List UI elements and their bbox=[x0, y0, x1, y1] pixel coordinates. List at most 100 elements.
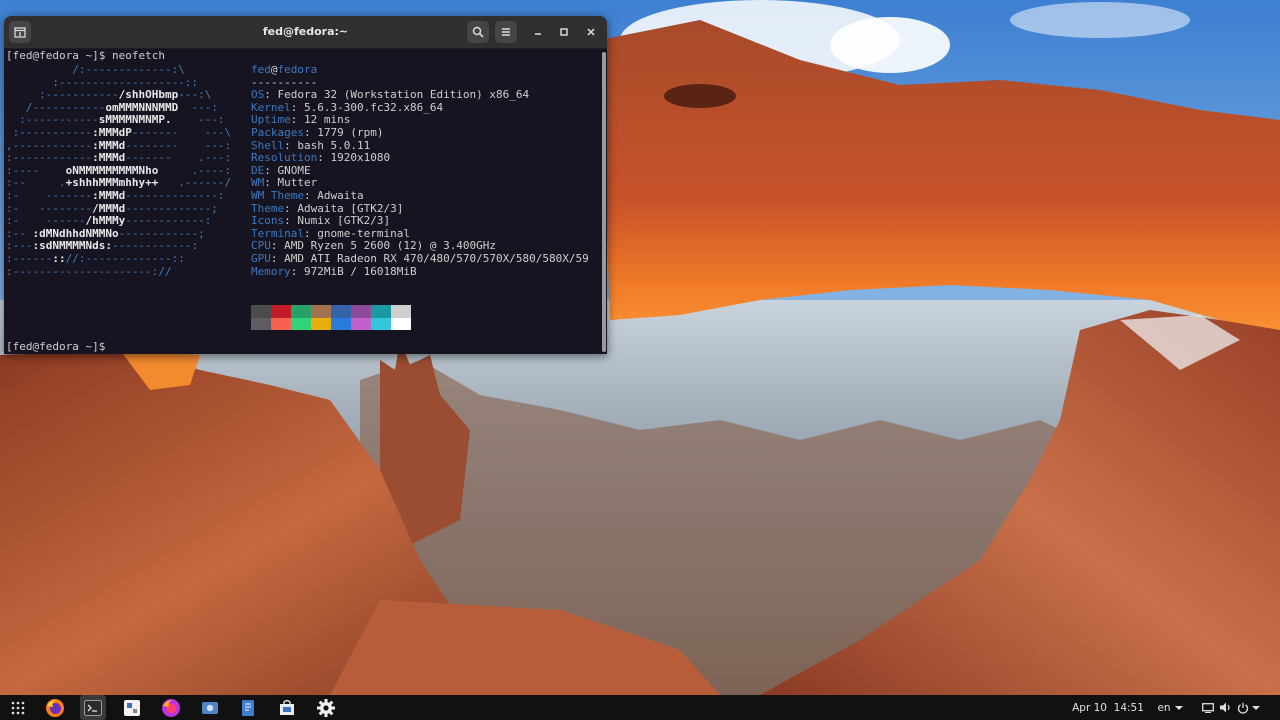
color-swatch bbox=[271, 317, 291, 330]
info-colon: : bbox=[290, 264, 304, 278]
info-value: Numix [GTK2/3] bbox=[297, 214, 391, 228]
clock[interactable]: Apr 10 14:51 bbox=[1072, 695, 1144, 720]
info-colon: : bbox=[264, 176, 278, 190]
info-value: Mutter bbox=[277, 176, 318, 190]
color-swatch bbox=[351, 305, 371, 318]
firefox-dev-icon bbox=[162, 698, 180, 717]
color-swatch bbox=[291, 317, 311, 330]
terminal-icon bbox=[84, 699, 102, 716]
info-value: gnome-terminal bbox=[317, 226, 410, 240]
dropdown-arrow-icon bbox=[1174, 705, 1183, 710]
info-key: Theme bbox=[251, 201, 285, 215]
info-key: Packages bbox=[251, 125, 304, 139]
color-swatch bbox=[291, 305, 311, 318]
info-key: Icons bbox=[251, 214, 285, 228]
info-colon: : bbox=[284, 201, 298, 215]
info-value: Adwaita [GTK2/3] bbox=[297, 201, 404, 215]
color-swatch bbox=[331, 305, 351, 318]
screen-indicator[interactable] bbox=[1200, 695, 1216, 720]
color-swatch bbox=[331, 317, 351, 330]
firefox-launcher[interactable] bbox=[44, 695, 66, 720]
info-colon: : bbox=[290, 100, 304, 114]
software-launcher[interactable] bbox=[121, 695, 143, 720]
fedora-ascii-logo: /:-------------:\ :-------------------::… bbox=[6, 63, 231, 278]
close-icon bbox=[587, 28, 595, 36]
info-colon: : bbox=[264, 88, 278, 102]
color-swatch bbox=[371, 305, 391, 318]
info-colon: : bbox=[303, 226, 318, 240]
info-colon: : bbox=[270, 239, 285, 253]
info-value: bash 5.0.11 bbox=[297, 138, 371, 152]
info-value: 972MiB / 16018MiB bbox=[304, 264, 417, 278]
text-editor-launcher[interactable] bbox=[237, 695, 259, 720]
display-icon bbox=[1202, 702, 1214, 713]
info-row: Memory: 972MiB / 16018MiB bbox=[251, 264, 589, 279]
taskbar: Apr 10 14:51 en bbox=[0, 695, 1280, 720]
logo-line: /:-------------:\ bbox=[6, 63, 185, 76]
system-menu[interactable] bbox=[1236, 695, 1260, 720]
info-colon: : bbox=[290, 113, 304, 127]
logo-line: :------:://:-------------:: bbox=[6, 251, 185, 265]
dropdown-arrow-icon bbox=[1251, 705, 1260, 710]
maximize-icon bbox=[560, 28, 568, 36]
apps-grid-button[interactable] bbox=[8, 695, 28, 720]
info-key: Kernel bbox=[251, 100, 291, 114]
info-value: AMD Ryzen 5 2600 (12) @ 3.400GHz bbox=[284, 239, 497, 253]
info-colon: : bbox=[317, 151, 331, 165]
color-swatch bbox=[391, 305, 411, 318]
power-icon bbox=[1237, 702, 1248, 714]
info-value: GNOME bbox=[277, 163, 311, 177]
info-colon: : bbox=[284, 138, 298, 152]
color-palette bbox=[251, 305, 411, 330]
terminal-output[interactable]: [fed@fedora ~]$ neofetch /:-------------… bbox=[4, 49, 600, 354]
search-button[interactable] bbox=[467, 21, 489, 43]
screenshot-launcher[interactable] bbox=[198, 695, 222, 720]
user-host-line: fed@fedora bbox=[251, 63, 318, 76]
info-key: Uptime bbox=[251, 113, 291, 127]
color-swatch bbox=[311, 305, 331, 318]
settings-launcher[interactable] bbox=[314, 695, 338, 720]
color-swatch bbox=[311, 317, 331, 330]
info-key: Terminal bbox=[251, 226, 304, 240]
keyboard-layout-indicator[interactable]: en bbox=[1156, 695, 1184, 720]
volume-icon bbox=[1220, 702, 1230, 713]
info-value: Adwaita bbox=[317, 188, 364, 202]
color-swatch bbox=[371, 317, 391, 330]
system-info: fed@fedora ---------- OS: Fedora 32 (Wor… bbox=[251, 63, 589, 279]
minimize-icon bbox=[535, 33, 541, 35]
prompt-line: [fed@fedora ~]$ bbox=[6, 340, 106, 353]
volume-indicator[interactable] bbox=[1218, 695, 1234, 720]
menu-button[interactable] bbox=[495, 21, 517, 43]
close-button[interactable] bbox=[581, 21, 601, 43]
firefox-icon bbox=[46, 698, 64, 717]
screenshot-icon bbox=[202, 701, 218, 714]
search-icon bbox=[472, 26, 484, 38]
info-value: 5.6.3-300.fc32.x86_64 bbox=[304, 100, 444, 114]
info-key: Shell bbox=[251, 138, 285, 152]
color-swatch bbox=[351, 317, 371, 330]
minimize-button[interactable] bbox=[528, 21, 548, 43]
info-key: WM bbox=[251, 176, 265, 190]
terminal-window[interactable]: fed@fedora:~ [fed@fedora ~]$ neofetch /:… bbox=[4, 16, 607, 354]
info-key: WM Theme bbox=[251, 188, 304, 202]
info-colon: : bbox=[264, 163, 278, 177]
info-key: OS bbox=[251, 88, 265, 102]
scrollbar[interactable] bbox=[602, 52, 606, 352]
info-key: DE bbox=[251, 163, 265, 177]
software-icon bbox=[124, 699, 140, 716]
color-swatch bbox=[391, 317, 411, 330]
store-launcher[interactable] bbox=[275, 695, 299, 720]
logo-line: :---------------------:// bbox=[6, 264, 172, 278]
keyboard-layout-label: en bbox=[1157, 701, 1171, 714]
apps-grid-icon bbox=[11, 701, 25, 714]
firefox-dev-launcher[interactable] bbox=[159, 695, 183, 720]
maximize-button[interactable] bbox=[554, 21, 574, 43]
store-icon bbox=[280, 699, 294, 715]
terminal-titlebar[interactable]: fed@fedora:~ bbox=[4, 16, 607, 49]
info-value: AMD ATI Radeon RX 470/480/570/570X/580/5… bbox=[284, 251, 589, 265]
color-swatch bbox=[251, 317, 271, 330]
info-colon: : bbox=[270, 251, 285, 265]
terminal-launcher[interactable] bbox=[80, 695, 106, 720]
hamburger-menu-icon bbox=[502, 28, 510, 36]
color-swatch bbox=[271, 305, 291, 318]
